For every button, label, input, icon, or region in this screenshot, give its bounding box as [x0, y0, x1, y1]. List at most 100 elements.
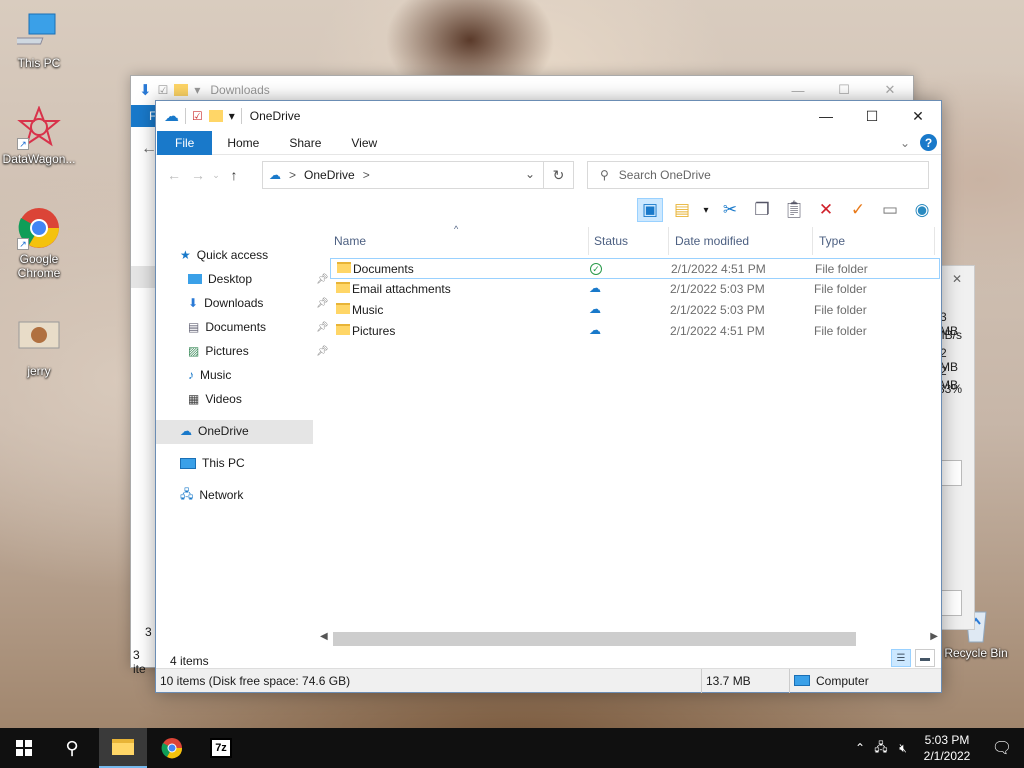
close-icon[interactable]: ✕: [952, 272, 962, 286]
desktop-icon-datawagon[interactable]: ↗ DataWagon...: [0, 105, 78, 166]
column-type[interactable]: Type: [819, 234, 845, 248]
maximize-button[interactable]: ☐: [849, 101, 895, 131]
nav-label: Videos: [205, 392, 242, 406]
column-status[interactable]: Status: [594, 234, 628, 248]
item-count: 4 items: [170, 654, 209, 668]
new-folder-icon[interactable]: ▤: [669, 198, 695, 222]
nav-item-downloads[interactable]: ⬇ Downloads 📌︎: [188, 292, 329, 314]
taskbar-file-explorer[interactable]: [99, 728, 147, 768]
recent-locations-icon[interactable]: ⌄: [210, 170, 222, 181]
nav-item-this-pc[interactable]: This PC: [180, 452, 245, 474]
nav-item-videos[interactable]: ▦ Videos: [188, 388, 242, 410]
start-button[interactable]: [0, 728, 48, 768]
nav-item-documents[interactable]: ▤ Documents 📌︎: [188, 316, 329, 338]
navigation-pane-icon[interactable]: ▣: [637, 198, 663, 222]
documents-icon: ▤: [188, 320, 200, 334]
expand-ribbon-icon[interactable]: ⌄: [900, 136, 910, 150]
shell-icon[interactable]: ◉: [909, 198, 935, 222]
taskbar-7zip[interactable]: 7z: [197, 728, 245, 768]
properties-icon: ☑: [157, 83, 169, 97]
address-bar[interactable]: ☁ > OneDrive > ⌄: [262, 161, 544, 189]
chevron-up-icon[interactable]: ⌃: [850, 741, 870, 755]
notifications-icon[interactable]: 🗨︎: [980, 738, 1024, 758]
tab-share[interactable]: Share: [274, 131, 336, 155]
status-text: 3 ite: [133, 648, 146, 676]
back-button[interactable]: ←: [162, 167, 186, 183]
breadcrumb-onedrive[interactable]: OneDrive: [304, 168, 355, 182]
rename-check-icon[interactable]: ✓: [845, 198, 871, 222]
chevron-down-icon[interactable]: ⌄: [525, 167, 535, 181]
scrollbar-thumb[interactable]: [333, 632, 856, 646]
file-row[interactable]: Pictures 2/1/2022 4:51 PM File folder ☁: [330, 321, 940, 342]
download-arrow-icon: ⬇: [139, 82, 152, 99]
nav-label: This PC: [202, 456, 245, 470]
column-name[interactable]: Name: [334, 234, 366, 248]
nav-item-music[interactable]: ♪ Music: [188, 364, 231, 386]
onedrive-cloud-icon: ☁: [164, 108, 179, 125]
scroll-left-icon[interactable]: ◀: [320, 631, 328, 642]
scroll-right-icon[interactable]: ▶: [930, 631, 938, 642]
column-date-modified[interactable]: Date modified: [675, 234, 749, 248]
nav-quick-access[interactable]: ★ Quick access: [180, 244, 268, 266]
customize-qat-icon[interactable]: ▾: [229, 109, 235, 123]
shortcut-arrow-icon: ↗: [17, 138, 29, 150]
up-button[interactable]: ↑: [222, 167, 246, 183]
desktop-icon-chrome[interactable]: ↗ Google Chrome: [0, 206, 78, 280]
onedrive-window[interactable]: ☁ ☑ ▾ OneDrive — ☐ ✕ File Home Share Vie…: [155, 100, 942, 693]
dialog-button[interactable]: [940, 460, 962, 486]
nav-label: Desktop: [208, 272, 253, 286]
paste-icon[interactable]: 📋︎: [781, 198, 807, 222]
chevron-down-icon[interactable]: ▾: [701, 198, 711, 222]
file-row[interactable]: Email attachments 2/1/2022 5:03 PM File fo…: [330, 279, 940, 300]
horizontal-scrollbar[interactable]: ◀ ▶: [318, 631, 940, 647]
dialog-button[interactable]: [940, 590, 962, 616]
network-icon[interactable]: 🖧︎: [870, 738, 892, 759]
details-view-icon[interactable]: ☰: [891, 649, 911, 667]
search-button[interactable]: ⚲: [48, 728, 96, 768]
help-icon[interactable]: ?: [920, 134, 937, 151]
star-icon: ★: [180, 248, 191, 262]
volume-muted-icon[interactable]: 🔇︎: [892, 741, 914, 756]
onedrive-cloud-icon: ☁: [269, 168, 281, 182]
tab-view[interactable]: View: [336, 131, 392, 155]
file-type: File folder: [815, 262, 868, 276]
tab-home[interactable]: Home: [212, 131, 274, 155]
folder-icon: [336, 324, 350, 335]
new-folder-icon[interactable]: [208, 110, 223, 122]
properties-icon[interactable]: ☑: [192, 109, 203, 123]
nav-item-desktop[interactable]: Desktop 📌︎: [188, 268, 329, 290]
clock[interactable]: 5:03 PM 2/1/2022: [914, 732, 980, 764]
titlebar: ☁ ☑ ▾ OneDrive — ☐ ✕: [156, 101, 941, 131]
refresh-button[interactable]: ↻: [544, 161, 574, 189]
progress-dialog[interactable]: ✕ 3 MB MB/s 2 MB 2 MB 33%: [935, 265, 975, 630]
nav-item-network[interactable]: 🖧︎ Network: [180, 484, 243, 506]
desktop-icon-label: Google Chrome: [17, 252, 61, 280]
file-row[interactable]: Music 2/1/2022 5:03 PM File folder ☁: [330, 300, 940, 321]
properties-icon[interactable]: ▭: [877, 198, 903, 222]
search-placeholder: Search OneDrive: [618, 168, 711, 182]
cut-icon[interactable]: ✂: [717, 198, 743, 222]
tab-file[interactable]: File: [157, 130, 213, 155]
close-button[interactable]: ✕: [895, 101, 941, 131]
music-note-icon: ♪: [188, 368, 194, 382]
status-text: 10 items (Disk free space: 74.6 GB): [160, 674, 351, 688]
minimize-button[interactable]: —: [803, 101, 849, 131]
nav-item-onedrive[interactable]: ☁ OneDrive: [180, 420, 249, 442]
nav-item-pictures[interactable]: ▨ Pictures 📌︎: [188, 340, 329, 362]
large-icons-view-icon[interactable]: ▬: [915, 649, 935, 667]
address-row: ← → ⌄ ↑ ☁ > OneDrive > ⌄ ↻ ⚲ Search OneD…: [156, 155, 941, 195]
taskbar-chrome[interactable]: [148, 728, 196, 768]
search-icon: ⚲: [600, 168, 609, 182]
search-input[interactable]: ⚲ Search OneDrive: [587, 161, 929, 189]
status-location: Computer: [816, 674, 869, 688]
desktop-icon-jerry[interactable]: jerry: [0, 318, 78, 378]
file-row[interactable]: Documents 2/1/2022 4:51 PM File folder ✓: [330, 258, 940, 279]
delete-icon[interactable]: ✕: [813, 198, 839, 222]
downloads-window-title: Downloads: [210, 83, 270, 97]
forward-button[interactable]: →: [186, 167, 210, 183]
desktop-icon-this-pc[interactable]: This PC: [0, 10, 78, 70]
copy-icon[interactable]: ❐: [749, 198, 775, 222]
desktop-icon: [188, 274, 202, 284]
file-tab[interactable]: F: [131, 105, 157, 127]
status-bar: 10 items (Disk free space: 74.6 GB) 13.7…: [156, 668, 941, 693]
